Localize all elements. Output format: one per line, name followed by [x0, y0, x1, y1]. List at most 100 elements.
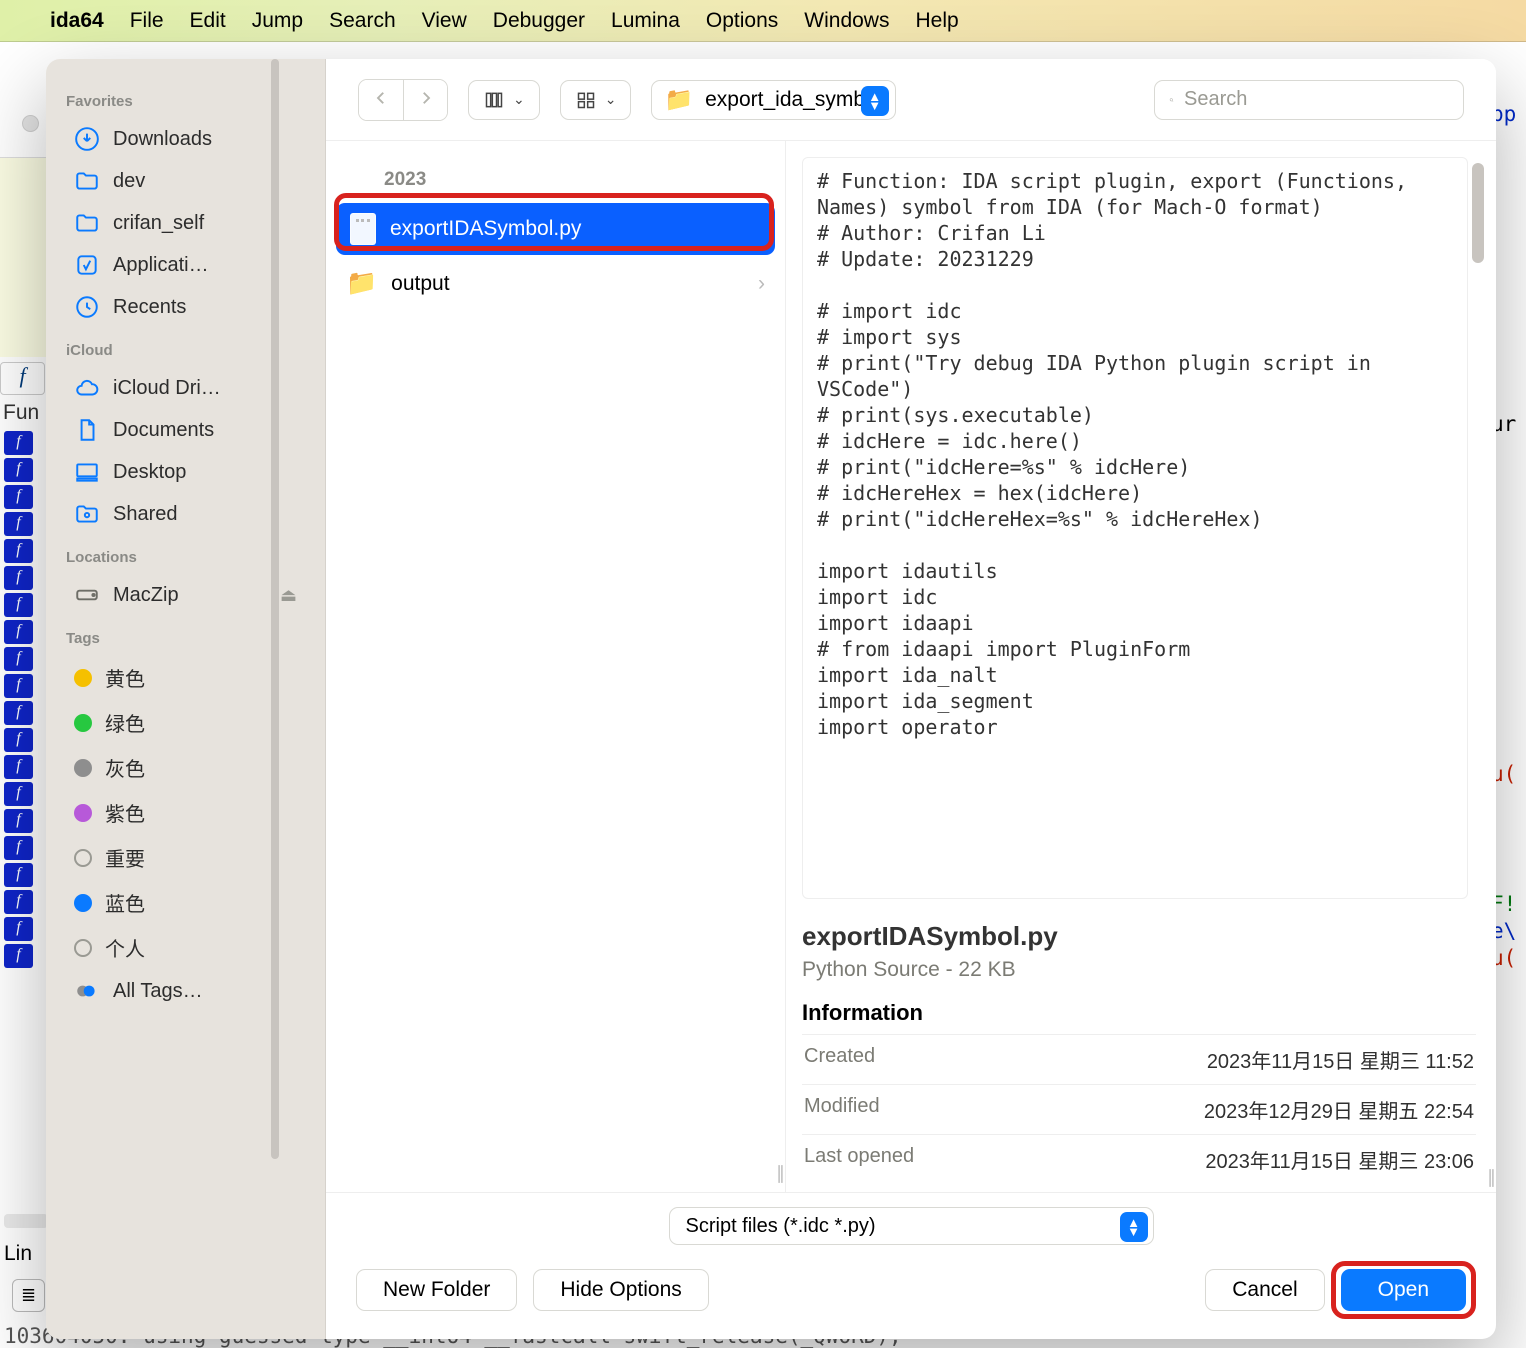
bg-right-fragment: u( [1491, 946, 1526, 970]
folder-icon [74, 210, 100, 236]
meta-row-last-opened: Last opened 2023年11月15日 星期三 23:06 [802, 1134, 1476, 1184]
function-row[interactable]: f [4, 809, 33, 833]
tag-dot-icon [74, 894, 92, 912]
menu-bar: ida64 File Edit Jump Search View Debugge… [0, 0, 1526, 42]
sidebar-item-label: Documents [113, 419, 214, 442]
file-row-selected[interactable]: exportIDASymbol.py [336, 203, 775, 255]
sidebar-scrollbar[interactable] [271, 59, 279, 1159]
hide-options-button[interactable]: Hide Options [533, 1269, 708, 1311]
menu-help[interactable]: Help [915, 9, 958, 33]
view-mode-button[interactable]: ⌄ [468, 80, 540, 120]
nav-forward-button[interactable] [403, 80, 447, 120]
group-by-button[interactable]: ⌄ [560, 80, 632, 120]
menu-search[interactable]: Search [329, 9, 396, 33]
document-icon [74, 417, 100, 443]
function-row[interactable]: f [4, 458, 33, 482]
nav-back-forward [358, 79, 448, 121]
function-row[interactable]: f [4, 674, 33, 698]
bg-right-strip: pp ur u( F! e\ u( [1491, 99, 1526, 1299]
menu-file[interactable]: File [130, 9, 164, 33]
search-field[interactable] [1154, 80, 1464, 120]
file-row[interactable]: 📁 output › [326, 259, 785, 308]
preview-meta: exportIDASymbol.py Python Source - 22 KB… [786, 899, 1496, 1192]
downloads-icon [74, 126, 100, 152]
function-row[interactable]: f [4, 593, 33, 617]
meta-key: Created [804, 1045, 875, 1074]
preview-scrollbar[interactable] [1472, 163, 1484, 263]
menu-lumina[interactable]: Lumina [611, 9, 680, 33]
function-row[interactable]: f [4, 701, 33, 725]
bg-toolbar-strip [0, 157, 48, 357]
function-row[interactable]: f [4, 890, 33, 914]
sidebar-section-favorites: Favorites [46, 79, 325, 118]
menu-options[interactable]: Options [706, 9, 778, 33]
file-name: exportIDASymbol.py [390, 217, 581, 241]
menu-view[interactable]: View [422, 9, 467, 33]
select-updown-icon: ▲▼ [1120, 1212, 1148, 1242]
sidebar-section-tags: Tags [46, 616, 325, 655]
function-row[interactable]: f [4, 647, 33, 671]
column-resize-handle[interactable]: ∥ [1487, 1167, 1494, 1188]
function-row[interactable]: f [4, 836, 33, 860]
bg-right-fragment: e\ [1491, 919, 1526, 943]
bg-right-fragment: ur [1491, 412, 1526, 436]
sidebar-item-label: 绿色 [105, 708, 145, 737]
function-row[interactable]: f [4, 539, 33, 563]
function-row[interactable]: f [4, 620, 33, 644]
file-group-header: 2023 [326, 159, 785, 203]
file-type-filter-row: Script files (*.idc *.py) ▲▼ [326, 1192, 1496, 1253]
function-row[interactable]: f [4, 566, 33, 590]
dialog-toolbar: ⌄ ⌄ 📁 export_ida_symbol ▲▼ [326, 59, 1496, 141]
folder-icon: 📁 [346, 269, 377, 298]
sidebar-item-label: 黄色 [105, 663, 145, 692]
bg-right-fragment: pp [1491, 102, 1526, 126]
meta-val: 2023年11月15日 星期三 11:52 [1207, 1045, 1474, 1074]
function-row[interactable]: f [4, 512, 33, 536]
sidebar-item-label: Desktop [113, 461, 186, 484]
traffic-close-icon[interactable] [22, 115, 39, 132]
function-row[interactable]: f [4, 485, 33, 509]
menu-edit[interactable]: Edit [190, 9, 226, 33]
bg-right-fragment: F! [1491, 892, 1526, 916]
menu-debugger[interactable]: Debugger [493, 9, 585, 33]
menu-jump[interactable]: Jump [252, 9, 303, 33]
function-row[interactable]: f [4, 944, 33, 968]
sidebar-item-label: Recents [113, 296, 186, 319]
cancel-button[interactable]: Cancel [1205, 1269, 1324, 1311]
output-toggle-icon[interactable]: ≣ [12, 1279, 45, 1312]
function-row[interactable]: f [4, 917, 33, 941]
file-type-select[interactable]: Script files (*.idc *.py) ▲▼ [669, 1207, 1154, 1245]
function-row[interactable]: f [4, 431, 33, 455]
desktop-icon [74, 459, 100, 485]
file-type-label: Script files (*.idc *.py) [686, 1215, 876, 1238]
open-file-dialog: Favorites Downloads dev crifan_self Appl… [46, 59, 1496, 1339]
function-row[interactable]: f [4, 755, 33, 779]
eject-icon[interactable]: ⏏ [280, 585, 297, 606]
function-row[interactable]: f [4, 782, 33, 806]
open-button[interactable]: Open [1341, 1269, 1466, 1311]
search-input[interactable] [1184, 88, 1449, 111]
bg-right-fragment: u( [1491, 762, 1526, 786]
functions-tab-icon[interactable]: f [0, 362, 45, 395]
chevron-right-icon: › [758, 272, 765, 296]
menu-windows[interactable]: Windows [804, 9, 889, 33]
meta-row-modified: Modified 2023年12月29日 星期五 22:54 [802, 1084, 1476, 1134]
shared-folder-icon [74, 501, 100, 527]
path-popup[interactable]: 📁 export_ida_symbol ▲▼ [651, 80, 895, 120]
sidebar-item-label: 灰色 [105, 753, 145, 782]
dialog-button-row: New Folder Hide Options Cancel Open [326, 1253, 1496, 1339]
meta-val: 2023年12月29日 星期五 22:54 [1204, 1095, 1474, 1124]
menu-app-name[interactable]: ida64 [50, 9, 104, 33]
all-tags-icon [74, 978, 100, 1004]
function-row[interactable]: f [4, 728, 33, 752]
file-icon [350, 213, 376, 245]
preview-filename: exportIDASymbol.py [802, 921, 1476, 952]
applications-icon [74, 252, 100, 278]
dialog-main: ⌄ ⌄ 📁 export_ida_symbol ▲▼ 2023 [326, 59, 1496, 1339]
column-resize-handle[interactable]: ∥ [776, 1163, 783, 1184]
new-folder-button[interactable]: New Folder [356, 1269, 517, 1311]
sidebar-item-label: 重要 [105, 843, 145, 872]
nav-back-button[interactable] [359, 80, 403, 120]
function-row[interactable]: f [4, 863, 33, 887]
path-label: export_ida_symbol [705, 88, 881, 112]
